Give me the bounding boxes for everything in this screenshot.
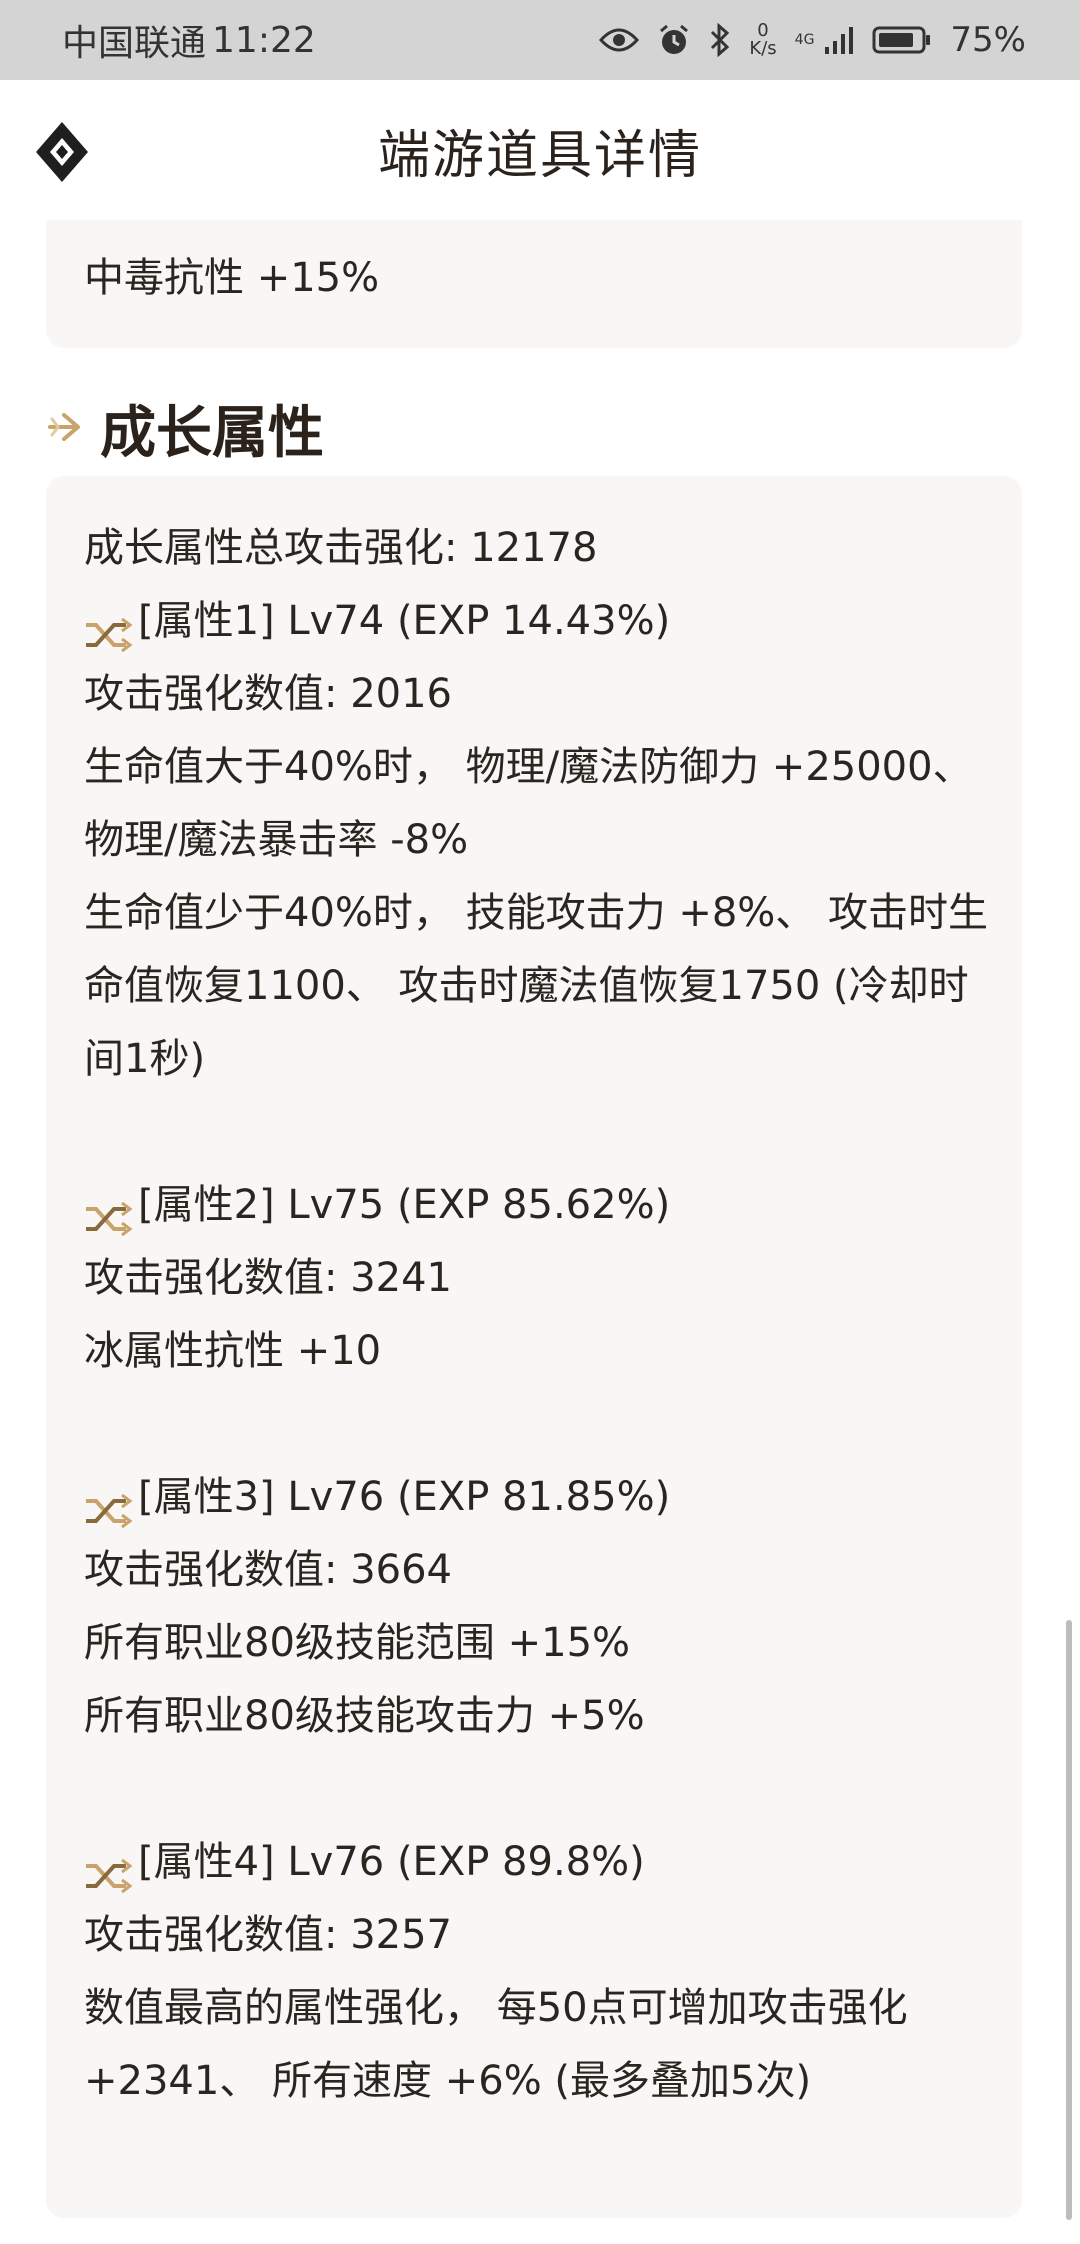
carrier-label: 中国联通 <box>62 23 207 64</box>
attribute-1-header: [属性1] Lv74 (EXP 14.43%) <box>84 585 984 658</box>
attribute-4-header: [属性4] Lv76 (EXP 89.8%) <box>84 1826 984 1899</box>
attribute-1-line-1: 攻击强化数值: 2016 <box>84 671 452 717</box>
battery-icon <box>872 25 932 55</box>
app-header: 端游道具详情 <box>0 80 1080 220</box>
attribute-4-line-2: 数值最高的属性强化， 每50点可增加攻击强化 <box>84 1985 908 2031</box>
status-right: 0 K/s 4G 75% <box>599 20 1026 60</box>
attribute-4-line-1: 攻击强化数值: 3257 <box>84 1912 452 1958</box>
attribute-2-title: [属性2] Lv75 (EXP 85.62%) <box>138 1182 671 1228</box>
shuffle-icon <box>84 1845 134 1893</box>
battery-percent: 75% <box>950 20 1026 60</box>
attribute-3-line-3: 所有职业80级技能攻击力 +5% <box>84 1693 645 1739</box>
attribute-1-line-4: 生命值少于40%时， 技能攻击力 +8%、 攻击时生 <box>84 890 989 936</box>
scrollbar[interactable] <box>1066 1620 1072 2220</box>
attribute-3-header: [属性3] Lv76 (EXP 81.85%) <box>84 1461 984 1534</box>
attribute-3-title: [属性3] Lv76 (EXP 81.85%) <box>138 1474 671 1520</box>
attribute-2-line-1: 攻击强化数值: 3241 <box>84 1255 452 1301</box>
attribute-1-title: [属性1] Lv74 (EXP 14.43%) <box>138 598 671 644</box>
attribute-2-header: [属性2] Lv75 (EXP 85.62%) <box>84 1169 984 1242</box>
attribute-1-line-6: 间1秒) <box>84 1036 206 1082</box>
speed-unit: K/s <box>749 38 777 59</box>
shuffle-icon <box>84 1480 134 1528</box>
previous-attribute-card: 中毒抗性 +15% <box>46 220 1022 348</box>
attribute-3-line-2: 所有职业80级技能范围 +15% <box>84 1620 631 1666</box>
signal-icon <box>824 25 854 55</box>
attribute-4-line-3: +2341、 所有速度 +6% (最多叠加5次) <box>84 2058 812 2104</box>
network-type: 4G <box>794 32 815 48</box>
section-title: 成长属性 <box>100 401 324 466</box>
attribute-1-line-3: 物理/魔法暴击率 -8% <box>84 817 469 863</box>
network-speed: 0 K/s <box>749 22 776 58</box>
attribute-2-line-2: 冰属性抗性 +10 <box>84 1328 382 1374</box>
attribute-4-title: [属性4] Lv76 (EXP 89.8%) <box>138 1839 645 1885</box>
attribute-1-line-2: 生命值大于40%时， 物理/魔法防御力 +25000、 <box>84 744 973 790</box>
shuffle-icon <box>84 1188 134 1236</box>
attribute-1-line-5: 命值恢复1100、 攻击时魔法值恢复1750 (冷却时 <box>84 963 969 1009</box>
alarm-icon <box>657 23 691 57</box>
arrow-right-icon <box>46 409 86 449</box>
growth-attributes-card: 成长属性总攻击强化: 12178 [属性1] Lv74 (EXP 14.43%)… <box>46 476 1022 2218</box>
status-bar: 中国联通 11:22 0 K/s 4G 75% <box>0 0 1080 80</box>
poison-resistance-line: 中毒抗性 +15% <box>84 255 380 301</box>
bluetooth-icon <box>709 23 731 57</box>
page-title: 端游道具详情 <box>377 125 702 186</box>
attribute-3-line-1: 攻击强化数值: 3664 <box>84 1547 452 1593</box>
diamond-logo-icon[interactable] <box>34 120 90 184</box>
shuffle-icon <box>84 604 134 652</box>
section-heading: 成长属性 <box>46 388 324 469</box>
status-left: 中国联通 11:22 <box>62 14 316 66</box>
growth-total: 成长属性总攻击强化: 12178 <box>84 525 598 571</box>
clock: 11:22 <box>212 19 316 61</box>
eye-icon <box>599 26 640 54</box>
